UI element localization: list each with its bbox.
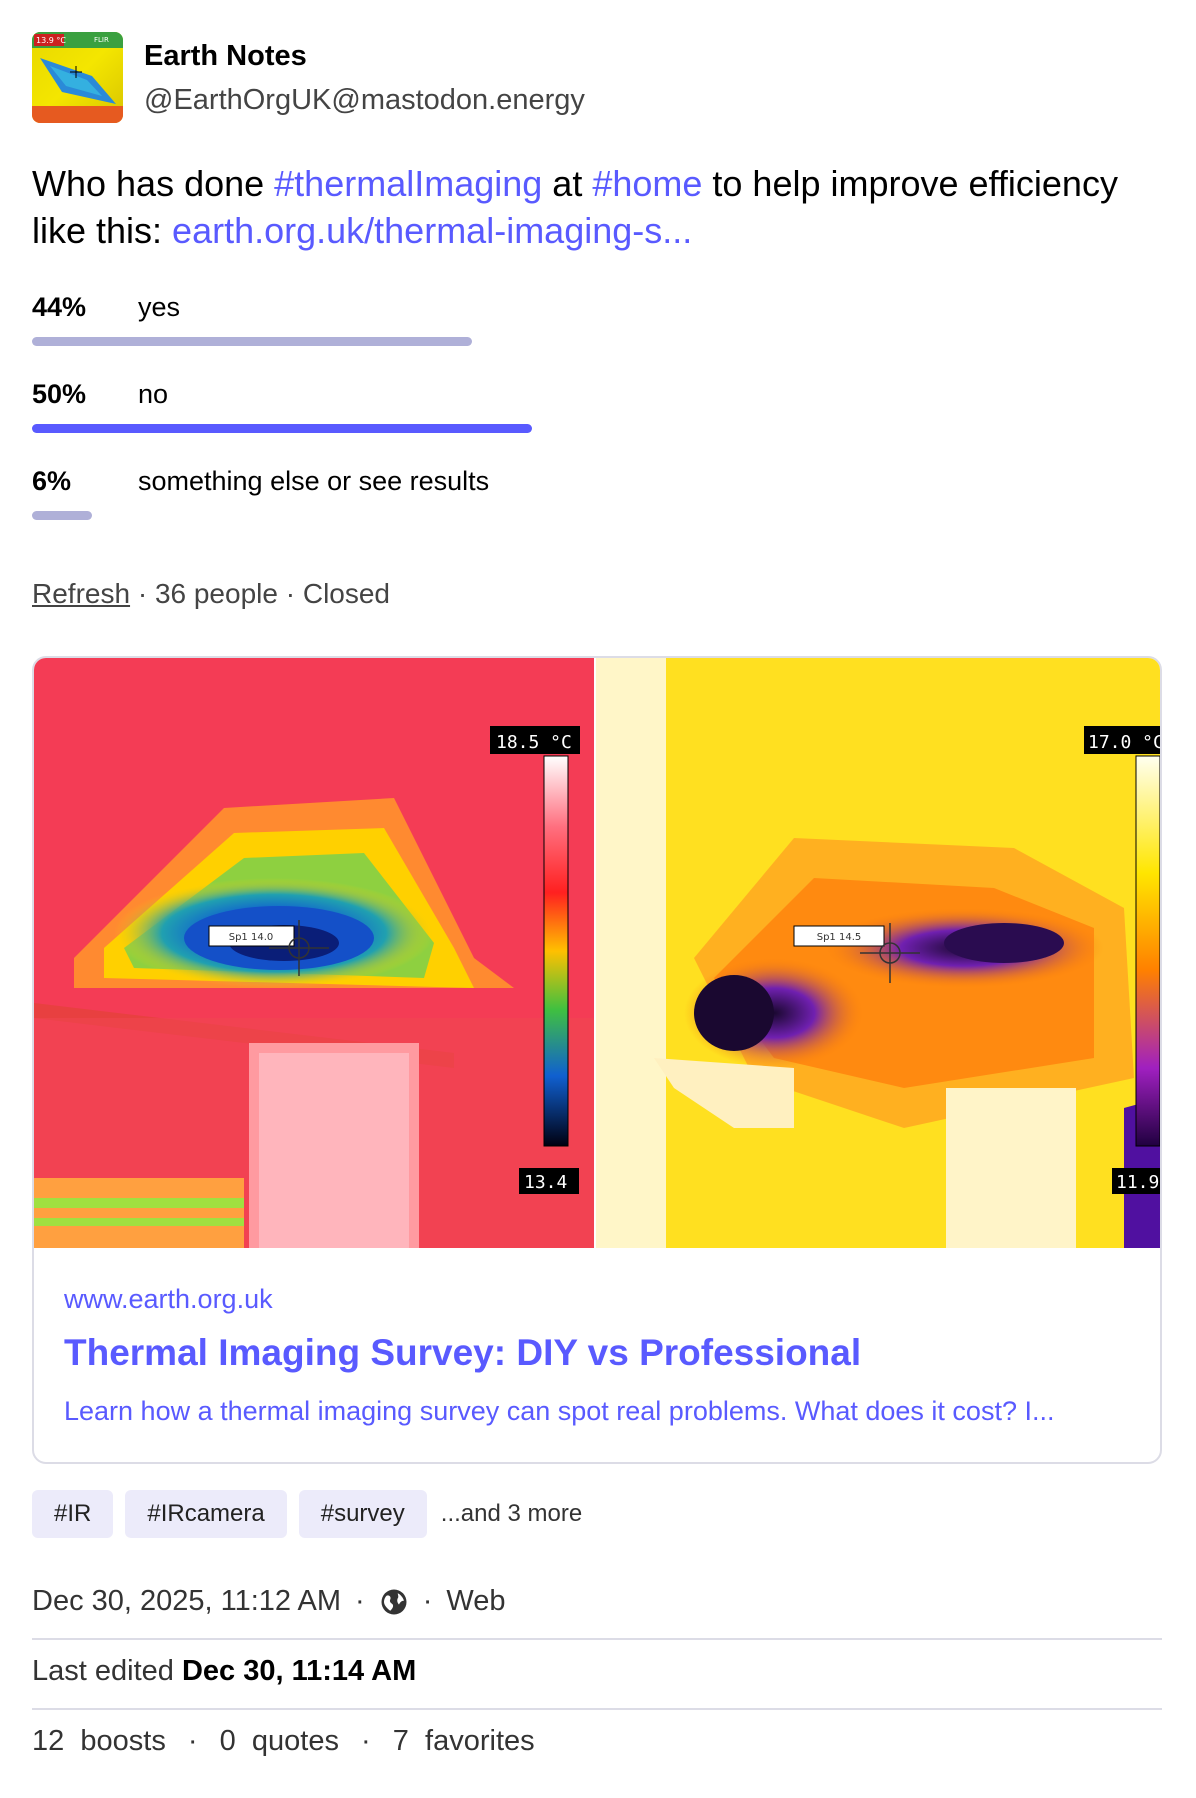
favorites-count-link[interactable]: 7 favorites [393,1725,535,1757]
post-meta: Dec 30, 2025, 11:12 AM · · Web [32,1585,505,1618]
meta-separator: · [422,1585,433,1617]
avatar[interactable]: 13.9 °C FLIR [32,32,123,123]
card-domain: www.earth.org.uk [64,1284,273,1314]
divider [32,1708,1162,1710]
left-spot-label: Sp1 14.0 [229,932,274,943]
hashtag-chip[interactable]: #IRcamera [125,1490,287,1538]
hashtag-link-home[interactable]: #home [592,163,702,204]
card-title[interactable]: Thermal Imaging Survey: DIY vs Professio… [64,1332,861,1374]
poll-option-bar [32,511,92,520]
post-timestamp[interactable]: Dec 30, 2025, 11:12 AM [32,1585,341,1618]
right-spot-label: Sp1 14.5 [817,932,862,943]
poll-option-label: yes [138,292,181,322]
poll-state: Closed [302,578,391,609]
poll-option-bar [32,424,532,433]
globe-icon [379,1587,409,1617]
poll-option-percent: 6% [32,466,72,496]
quotes-count: 0 [219,1725,236,1757]
poll-option-label: something else or see results [138,466,490,496]
edited-info[interactable]: Last edited Dec 30, 11:14 AM [32,1655,416,1688]
poll-option-percent: 44% [32,292,87,322]
poll-voters-count: 36 people [154,578,278,609]
hashtag-bar: #IR #IRcamera #survey ...and 3 more [32,1490,582,1538]
post-application: Web [446,1585,506,1617]
avatar-reading: 13.9 °C [36,36,66,45]
avatar-brand: FLIR [94,36,109,44]
divider [32,1638,1162,1640]
status-post: 13.9 °C FLIR Earth Notes @EarthOrgUK@mas… [0,0,1196,1798]
card-image[interactable]: Sp1 14.0 18.5 °C 13.4 Sp1 14.5 17.0 °C 1… [34,658,1160,1248]
poll-separator: · [137,578,148,609]
quotes-count-link[interactable]: 0 quotes [220,1725,339,1757]
quotes-label: quotes [251,1725,339,1757]
status-link[interactable]: earth.org.uk/thermal-imaging-s... [172,210,692,251]
poll-option-percent: 50% [32,379,87,409]
thermal-images: Sp1 14.0 18.5 °C 13.4 Sp1 14.5 17.0 °C 1… [34,658,1160,1248]
display-name[interactable]: Earth Notes [144,40,307,73]
poll-footer: Refresh · 36 people · Closed [32,578,390,610]
more-hashtags-button[interactable]: ...and 3 more [439,1500,582,1528]
card-description: Learn how a thermal imaging survey can s… [64,1396,1055,1426]
status-content: Who has done #thermalImaging at #home to… [32,160,1162,254]
account-handle[interactable]: @EarthOrgUK@mastodon.energy [144,84,585,117]
boosts-count-link[interactable]: 12 boosts [32,1725,166,1757]
edited-prefix: Last edited [32,1655,174,1687]
boosts-label: boosts [80,1725,166,1757]
link-preview-card[interactable]: Sp1 14.0 18.5 °C 13.4 Sp1 14.5 17.0 °C 1… [32,656,1162,1464]
left-scale-max: 18.5 °C [496,732,572,753]
favorites-label: favorites [425,1725,535,1757]
hashtag-chip[interactable]: #survey [298,1490,427,1538]
poll-option-bar [32,337,472,346]
poll-separator: · [285,578,296,609]
interaction-counts: 12 boosts · 0 quotes · 7 favorites [32,1725,535,1758]
poll-option-label: no [138,379,169,409]
right-scale-max: 17.0 °C [1088,732,1160,753]
counts-separator: · [361,1725,371,1757]
left-scale-min: 13.4 [524,1172,567,1193]
avatar-thermal-image: 13.9 °C FLIR [32,32,123,123]
status-text-part: Who has done [32,163,275,204]
boosts-count: 12 [32,1725,65,1757]
counts-separator: · [187,1725,198,1757]
status-text-part: at [542,163,593,204]
favorites-count: 7 [392,1725,409,1757]
poll-refresh-link[interactable]: Refresh [32,578,130,609]
hashtag-link-thermalimaging[interactable]: #thermalImaging [274,163,542,204]
edited-time: Dec 30, 11:14 AM [181,1655,417,1687]
right-scale-min: 11.9 [1116,1172,1159,1193]
meta-separator: · [355,1585,365,1617]
hashtag-chip[interactable]: #IR [32,1490,114,1538]
card-body[interactable]: www.earth.org.uk Thermal Imaging Survey:… [34,1248,1160,1462]
